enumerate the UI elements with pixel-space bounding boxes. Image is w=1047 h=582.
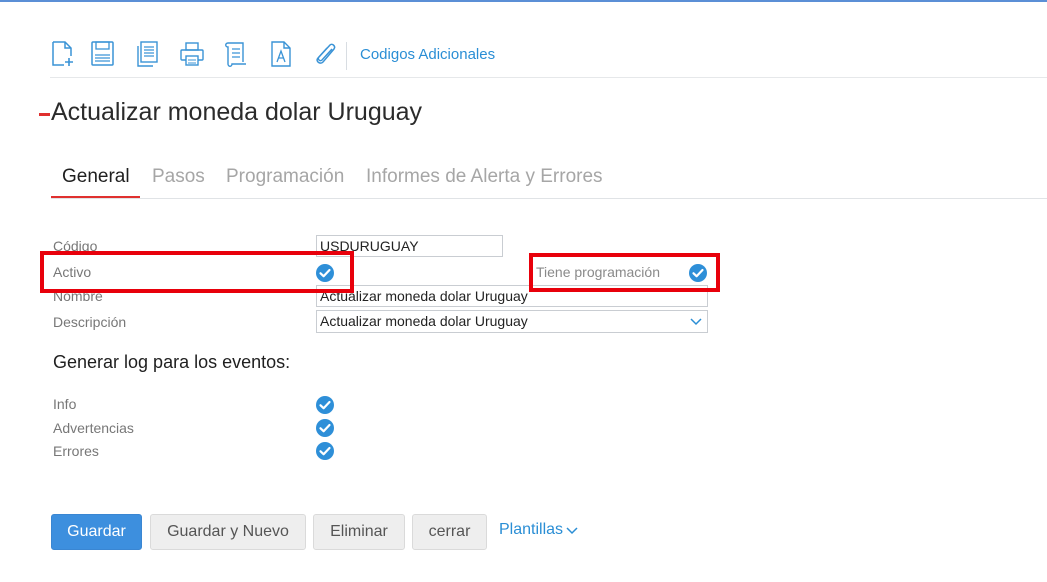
tab-informes[interactable]: Informes de Alerta y Errores xyxy=(366,166,603,188)
guardar-button[interactable]: Guardar xyxy=(51,514,142,550)
tab-programacion[interactable]: Programación xyxy=(226,166,344,188)
log-info-checkbox[interactable] xyxy=(316,396,334,414)
tab-pasos[interactable]: Pasos xyxy=(152,166,205,188)
toolbar-separator xyxy=(346,42,347,70)
top-accent-line xyxy=(0,0,1047,2)
log-section-title: Generar log para los eventos: xyxy=(53,352,291,372)
activo-highlight-box xyxy=(40,251,354,293)
guardar-y-nuevo-button[interactable]: Guardar y Nuevo xyxy=(150,514,306,550)
print-icon[interactable] xyxy=(179,40,205,68)
chevron-down-icon xyxy=(566,527,578,534)
plantillas-label: Plantillas xyxy=(499,521,564,538)
log-advertencias-checkbox[interactable] xyxy=(316,419,334,437)
codigos-adicionales-link[interactable]: Codigos Adicionales xyxy=(360,46,495,63)
log-errores-label: Errores xyxy=(53,443,99,459)
tabs-divider xyxy=(51,198,1047,199)
tiene-programacion-highlight-box xyxy=(529,253,720,292)
scroll-icon[interactable] xyxy=(223,40,249,68)
eliminar-button[interactable]: Eliminar xyxy=(313,514,405,550)
save-icon[interactable] xyxy=(90,40,116,68)
font-document-icon[interactable] xyxy=(268,40,294,68)
log-info-label: Info xyxy=(53,396,77,412)
tab-bar: General Pasos Programación Informes de A… xyxy=(51,166,1047,200)
toolbar-divider xyxy=(50,77,1047,78)
chevron-down-icon[interactable] xyxy=(689,314,703,328)
descripcion-label: Descripción xyxy=(53,314,127,330)
paperclip-icon[interactable] xyxy=(313,40,339,68)
new-document-icon[interactable] xyxy=(50,40,76,68)
title-marker xyxy=(39,113,50,116)
page-title: Actualizar moneda dolar Uruguay xyxy=(51,98,423,126)
descripcion-value: Actualizar moneda dolar Uruguay xyxy=(320,313,528,329)
log-advertencias-label: Advertencias xyxy=(53,420,134,436)
descripcion-field[interactable]: Actualizar moneda dolar Uruguay xyxy=(316,310,708,333)
toolbar: Codigos Adicionales xyxy=(50,40,1047,70)
log-errores-checkbox[interactable] xyxy=(316,442,334,460)
tab-general[interactable]: General xyxy=(62,166,130,188)
cerrar-button[interactable]: cerrar xyxy=(412,514,487,550)
plantillas-dropdown[interactable]: Plantillas xyxy=(499,521,578,539)
copy-icon[interactable] xyxy=(135,40,161,68)
